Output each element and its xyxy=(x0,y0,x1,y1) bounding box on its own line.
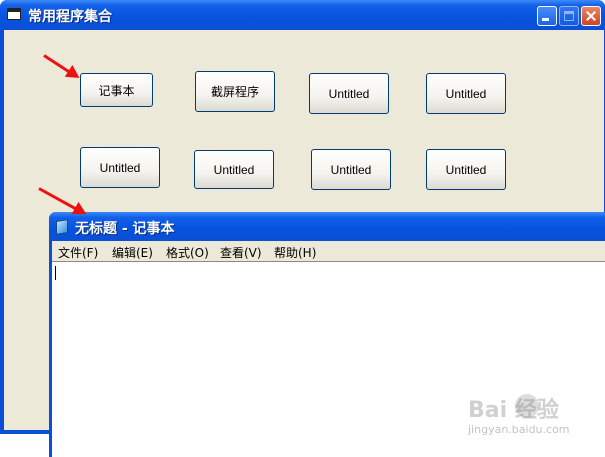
text-caret xyxy=(55,266,56,280)
untitled-button-1[interactable]: Untitled xyxy=(309,73,389,114)
untitled-button-4[interactable]: Untitled xyxy=(194,150,274,189)
main-titlebar[interactable]: 常用程序集合 xyxy=(0,0,605,30)
baidu-watermark: Bai 经验 jingyan.baidu.com xyxy=(468,392,603,440)
screenshot-button[interactable]: 截屏程序 xyxy=(195,71,275,112)
untitled-button-5[interactable]: Untitled xyxy=(311,149,391,190)
untitled-button-3[interactable]: Untitled xyxy=(80,147,160,188)
menu-file[interactable]: 文件(F) xyxy=(58,244,98,261)
window-app-icon[interactable] xyxy=(7,8,21,20)
untitled-button-2[interactable]: Untitled xyxy=(426,73,506,114)
notepad-menubar: 文件(F) 编辑(E) 格式(O) 查看(V) 帮助(H) xyxy=(52,241,605,261)
notepad-icon[interactable] xyxy=(56,219,68,235)
minimize-button[interactable] xyxy=(537,6,557,26)
maximize-button[interactable] xyxy=(559,6,579,26)
watermark-url: jingyan.baidu.com xyxy=(468,423,570,436)
menu-view[interactable]: 查看(V) xyxy=(220,244,262,261)
main-window-title: 常用程序集合 xyxy=(28,9,112,25)
watermark-brand: Bai 经验 xyxy=(468,398,559,423)
close-button[interactable] xyxy=(581,6,601,26)
menu-format[interactable]: 格式(O) xyxy=(166,244,209,261)
untitled-button-6[interactable]: Untitled xyxy=(426,149,506,190)
notepad-button[interactable]: 记事本 xyxy=(80,73,153,107)
notepad-title: 无标题 - 记事本 xyxy=(75,221,175,237)
menu-help[interactable]: 帮助(H) xyxy=(274,244,316,261)
menu-edit[interactable]: 编辑(E) xyxy=(112,244,153,261)
notepad-titlebar[interactable]: 无标题 - 记事本 xyxy=(49,212,605,241)
